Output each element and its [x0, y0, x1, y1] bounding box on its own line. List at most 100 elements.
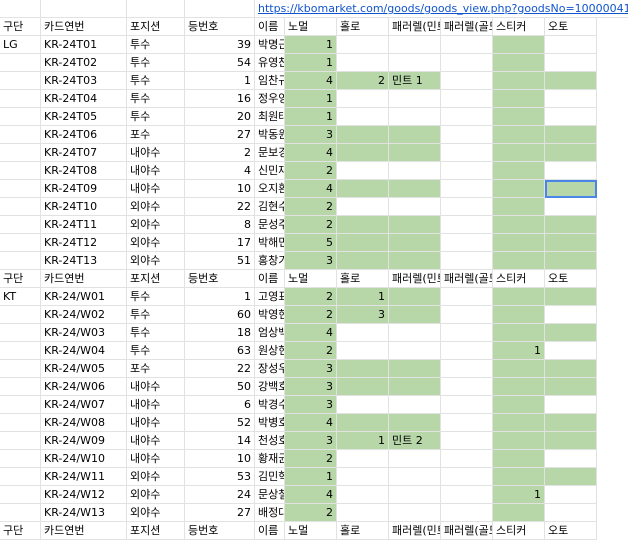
- table-cell[interactable]: 외야수: [127, 216, 185, 234]
- table-cell[interactable]: 50: [185, 378, 255, 396]
- table-cell[interactable]: [389, 342, 441, 360]
- table-cell[interactable]: KR-24T01: [41, 36, 127, 54]
- table-cell[interactable]: 4: [285, 324, 337, 342]
- table-cell[interactable]: [493, 252, 545, 270]
- table-cell[interactable]: [545, 504, 597, 522]
- table-cell[interactable]: [441, 414, 493, 432]
- goods-link[interactable]: https://kbomarket.com/goods/goods_view.p…: [255, 0, 628, 18]
- table-cell[interactable]: 김민혁: [255, 468, 285, 486]
- column-header[interactable]: 패러렐(민트): [389, 522, 441, 540]
- table-cell[interactable]: 포수: [127, 360, 185, 378]
- table-cell[interactable]: [337, 252, 389, 270]
- table-cell[interactable]: [441, 54, 493, 72]
- table-cell[interactable]: [389, 396, 441, 414]
- table-cell[interactable]: [493, 360, 545, 378]
- table-cell[interactable]: [545, 306, 597, 324]
- table-cell[interactable]: 홍창기: [255, 252, 285, 270]
- table-cell[interactable]: 1: [285, 54, 337, 72]
- table-cell[interactable]: [441, 162, 493, 180]
- table-cell[interactable]: [389, 288, 441, 306]
- table-cell[interactable]: 14: [185, 432, 255, 450]
- table-cell[interactable]: 3: [285, 360, 337, 378]
- table-cell[interactable]: 투수: [127, 324, 185, 342]
- table-cell[interactable]: 투수: [127, 306, 185, 324]
- table-cell[interactable]: KR-24/W05: [41, 360, 127, 378]
- table-cell[interactable]: [441, 288, 493, 306]
- table-cell[interactable]: [0, 486, 41, 504]
- table-cell[interactable]: KR-24T10: [41, 198, 127, 216]
- cell[interactable]: [41, 0, 127, 18]
- table-cell[interactable]: [545, 360, 597, 378]
- table-cell[interactable]: 4: [285, 486, 337, 504]
- table-cell[interactable]: [0, 432, 41, 450]
- table-cell[interactable]: 1: [285, 468, 337, 486]
- table-cell[interactable]: [545, 288, 597, 306]
- table-cell[interactable]: 3: [285, 252, 337, 270]
- table-cell[interactable]: [441, 486, 493, 504]
- table-cell[interactable]: [493, 144, 545, 162]
- table-cell[interactable]: [441, 378, 493, 396]
- table-cell[interactable]: 민트 1: [389, 72, 441, 90]
- table-cell[interactable]: [493, 414, 545, 432]
- table-cell[interactable]: [545, 72, 597, 90]
- column-header[interactable]: 포지션: [127, 522, 185, 540]
- table-cell[interactable]: [389, 108, 441, 126]
- table-cell[interactable]: [389, 450, 441, 468]
- table-cell[interactable]: [441, 198, 493, 216]
- table-cell[interactable]: [493, 180, 545, 198]
- table-cell[interactable]: [493, 234, 545, 252]
- table-cell[interactable]: [441, 72, 493, 90]
- table-cell[interactable]: 박영현: [255, 306, 285, 324]
- table-cell[interactable]: 2: [185, 144, 255, 162]
- column-header[interactable]: 이름: [255, 18, 285, 36]
- table-cell[interactable]: [389, 180, 441, 198]
- table-cell[interactable]: [389, 468, 441, 486]
- table-cell[interactable]: [0, 198, 41, 216]
- table-cell[interactable]: [337, 54, 389, 72]
- table-cell[interactable]: [389, 198, 441, 216]
- table-cell[interactable]: [545, 108, 597, 126]
- table-cell[interactable]: 27: [185, 126, 255, 144]
- column-header[interactable]: 카드연번: [41, 270, 127, 288]
- table-cell[interactable]: 22: [185, 198, 255, 216]
- column-header[interactable]: 패러렐(민트): [389, 270, 441, 288]
- column-header[interactable]: 등번호: [185, 270, 255, 288]
- table-cell[interactable]: [0, 378, 41, 396]
- table-cell[interactable]: [0, 252, 41, 270]
- table-cell[interactable]: [389, 36, 441, 54]
- table-cell[interactable]: [493, 378, 545, 396]
- table-cell[interactable]: [389, 216, 441, 234]
- table-cell[interactable]: KR-24/W01: [41, 288, 127, 306]
- table-cell[interactable]: 장성우: [255, 360, 285, 378]
- cell[interactable]: [127, 0, 185, 18]
- table-cell[interactable]: 외야수: [127, 468, 185, 486]
- table-cell[interactable]: 1: [493, 486, 545, 504]
- cell[interactable]: [185, 0, 255, 18]
- table-cell[interactable]: [389, 234, 441, 252]
- table-cell[interactable]: 내야수: [127, 414, 185, 432]
- table-cell[interactable]: [337, 126, 389, 144]
- table-cell[interactable]: [389, 162, 441, 180]
- table-cell[interactable]: [493, 90, 545, 108]
- table-cell[interactable]: 내야수: [127, 396, 185, 414]
- table-cell[interactable]: KR-24T12: [41, 234, 127, 252]
- table-cell[interactable]: [337, 342, 389, 360]
- table-cell[interactable]: 엄상백: [255, 324, 285, 342]
- table-cell[interactable]: 외야수: [127, 486, 185, 504]
- column-header[interactable]: 홀로: [337, 522, 389, 540]
- table-cell[interactable]: [0, 144, 41, 162]
- table-cell[interactable]: 18: [185, 324, 255, 342]
- table-cell[interactable]: [441, 504, 493, 522]
- table-cell[interactable]: [545, 90, 597, 108]
- column-header[interactable]: 패러렐(골드): [441, 18, 493, 36]
- table-cell[interactable]: [493, 324, 545, 342]
- table-cell[interactable]: 10: [185, 180, 255, 198]
- table-cell[interactable]: 27: [185, 504, 255, 522]
- column-header[interactable]: 포지션: [127, 270, 185, 288]
- table-cell[interactable]: [389, 378, 441, 396]
- table-cell[interactable]: 1: [337, 288, 389, 306]
- table-cell[interactable]: [493, 108, 545, 126]
- table-cell[interactable]: 8: [185, 216, 255, 234]
- table-cell[interactable]: KR-24T02: [41, 54, 127, 72]
- column-header[interactable]: 노멀: [285, 270, 337, 288]
